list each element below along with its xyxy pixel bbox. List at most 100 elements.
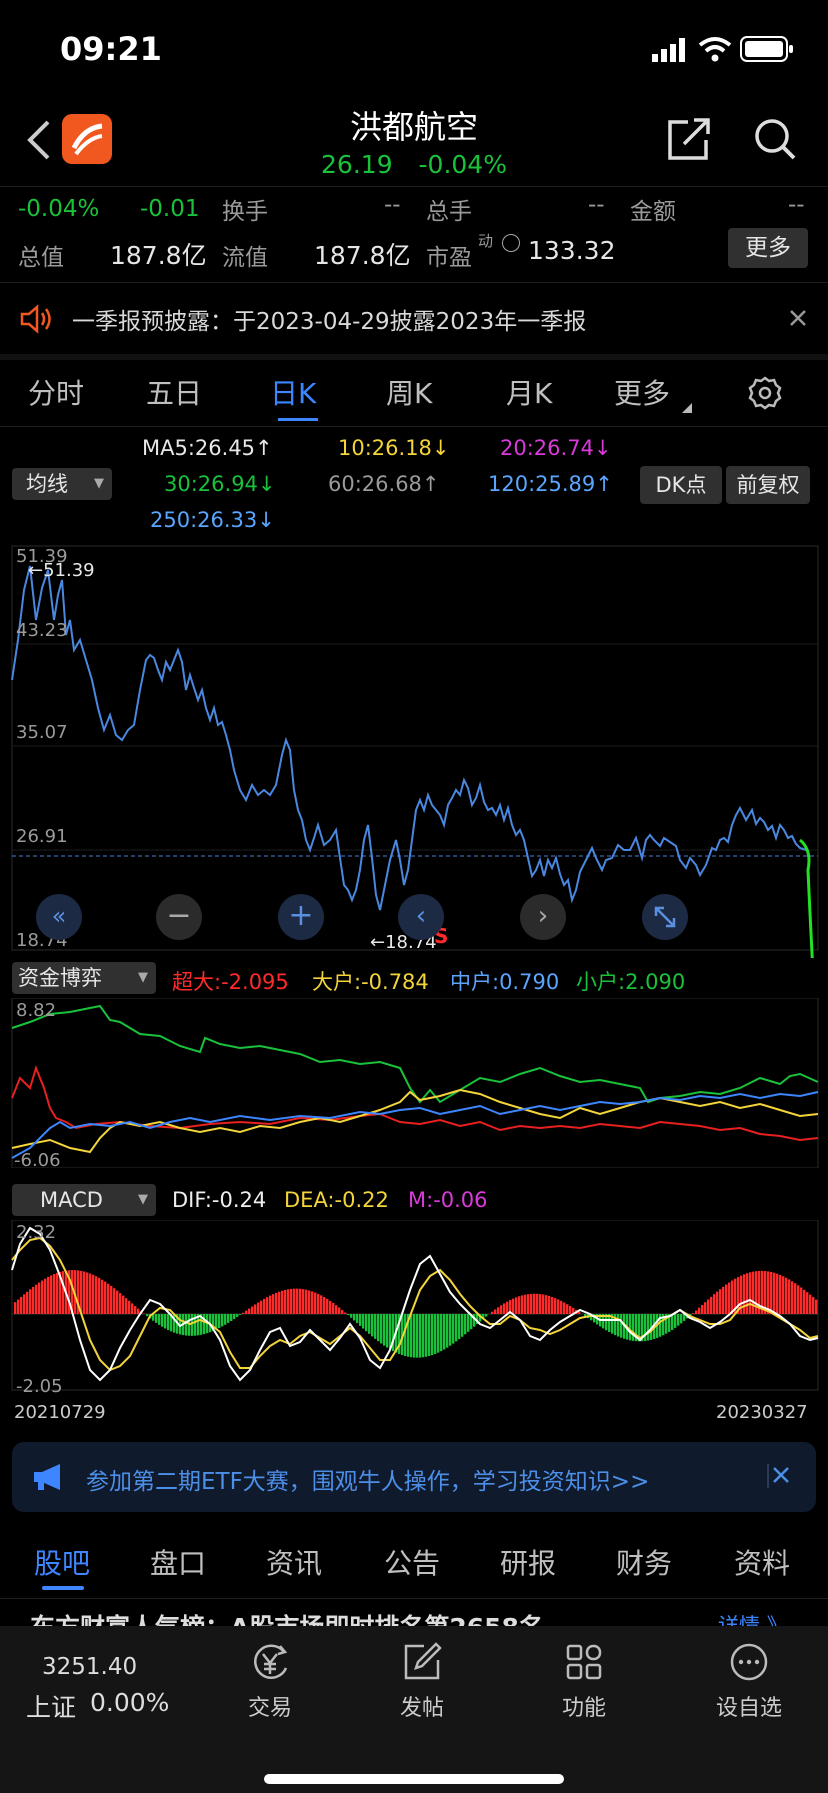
macd-bar — [317, 1293, 320, 1314]
tab-news[interactable]: 资讯 — [266, 1542, 322, 1582]
macd-bar — [560, 1300, 563, 1314]
macd-bar — [272, 1294, 275, 1314]
macd-bar — [233, 1314, 236, 1319]
macd-bar — [296, 1288, 299, 1314]
price-chart[interactable]: 51.39 ←51.39 43.23 35.07 26.91 18.74 ←18… — [0, 540, 828, 958]
nav-trade[interactable]: 交易 — [220, 1640, 320, 1730]
macd-bar — [563, 1302, 566, 1314]
macd-bar — [494, 1309, 497, 1314]
fund-selector[interactable]: 资金博弈 ▼ — [12, 962, 156, 994]
tab-five-day[interactable]: 五日 — [146, 372, 202, 412]
promo-close-icon[interactable] — [766, 1464, 790, 1488]
macd-bar — [425, 1314, 428, 1357]
macd-bar — [782, 1276, 785, 1314]
zoom-in-button[interactable]: + — [278, 894, 324, 940]
macd-bar — [386, 1314, 389, 1348]
macd-bar — [446, 1314, 449, 1348]
macd-bar — [506, 1301, 509, 1314]
macd-end-date: 20230327 — [716, 1402, 808, 1423]
macd-bar — [383, 1314, 386, 1346]
fund-super-line — [11, 1064, 819, 1142]
scroll-left-button[interactable]: ‹ — [398, 894, 444, 940]
macd-bar — [365, 1314, 368, 1332]
macd-bar — [452, 1314, 455, 1344]
scroll-left-fast-button[interactable]: « — [36, 894, 82, 940]
macd-bar — [569, 1306, 572, 1314]
macd-bar — [434, 1314, 437, 1354]
signal-icon — [652, 38, 688, 62]
macd-bar — [674, 1314, 677, 1328]
macd-bar — [503, 1303, 506, 1314]
tab-announcements[interactable]: 公告 — [384, 1542, 440, 1582]
macd-bar — [800, 1287, 803, 1314]
ma250-label: 250:26.33↓ — [150, 508, 275, 532]
macd-bar — [719, 1289, 722, 1314]
tab-finance[interactable]: 财务 — [616, 1542, 672, 1582]
tab-more[interactable]: 更多 — [614, 372, 670, 412]
macd-bar — [794, 1283, 797, 1314]
fund-large-label: 大户:-0.784 — [312, 970, 429, 994]
macd-bar — [92, 1274, 95, 1314]
macd-bar — [752, 1271, 755, 1314]
macd-bar — [242, 1312, 245, 1314]
macd-bar — [305, 1289, 308, 1314]
macd-selector[interactable]: MACD ▼ — [12, 1184, 156, 1216]
total-hands-label: 总手 — [426, 199, 472, 225]
more-button[interactable]: 更多 — [728, 228, 808, 268]
macd-bar — [56, 1272, 59, 1314]
pe-info-icon[interactable] — [502, 234, 520, 252]
tab-daily-k[interactable]: 日K — [270, 372, 316, 412]
macd-bar — [32, 1286, 35, 1314]
settings-gear-icon[interactable] — [748, 376, 782, 410]
tab-weekly-k[interactable]: 周K — [386, 372, 432, 412]
search-icon[interactable] — [752, 116, 798, 162]
macd-bar — [551, 1296, 554, 1314]
index-quote[interactable]: 3251.40 上证 0.00% — [0, 1626, 180, 1736]
share-icon[interactable] — [666, 116, 710, 162]
promo-banner[interactable]: 参加第二期ETF大赛，围观牛人操作，学习投资知识>> — [12, 1442, 816, 1512]
functions-grid-icon — [566, 1644, 602, 1680]
nav-post[interactable]: 发帖 — [372, 1640, 472, 1730]
macd-bar — [278, 1291, 281, 1314]
fund-small-label: 小户:2.090 — [576, 970, 686, 994]
macd-bar — [704, 1302, 707, 1314]
tab-forum[interactable]: 股吧 — [34, 1542, 90, 1582]
macd-bar — [716, 1291, 719, 1314]
macd-tick-top: 2.32 — [16, 1222, 57, 1243]
scroll-right-button[interactable]: › — [520, 894, 566, 940]
macd-bar — [545, 1295, 548, 1314]
nav-watchlist[interactable]: 设自选 — [694, 1640, 804, 1730]
price-adjust-button[interactable]: 前复权 — [726, 466, 810, 504]
pe-label: 市盈 — [426, 245, 472, 271]
notice-close-icon[interactable] — [788, 308, 808, 328]
tab-order-book[interactable]: 盘口 — [150, 1542, 206, 1582]
fund-large-line — [11, 1088, 819, 1154]
macd-bar — [155, 1314, 158, 1323]
macd-bar — [224, 1314, 227, 1325]
ma-selector[interactable]: 均线 ▼ — [12, 468, 112, 500]
dropdown-caret-icon: ▼ — [94, 476, 104, 491]
fullscreen-icon[interactable] — [642, 894, 688, 940]
ma-selector-label: 均线 — [26, 472, 68, 496]
watchlist-more-icon — [730, 1643, 768, 1681]
zoom-out-button[interactable]: − — [156, 894, 202, 940]
macd-bar — [530, 1293, 533, 1314]
tab-monthly-k[interactable]: 月K — [506, 372, 552, 412]
nav-functions[interactable]: 功能 — [534, 1640, 634, 1730]
macd-bar — [542, 1294, 545, 1314]
macd-bar — [80, 1270, 83, 1314]
macd-bar — [245, 1310, 248, 1314]
macd-bar — [536, 1293, 539, 1314]
tab-profile[interactable]: 资料 — [734, 1542, 790, 1582]
macd-bar — [110, 1285, 113, 1314]
tab-intraday[interactable]: 分时 — [28, 372, 84, 412]
macd-bar — [779, 1274, 782, 1314]
macd-bar — [308, 1290, 311, 1314]
dk-point-button[interactable]: DK点 — [640, 466, 722, 504]
macd-bar — [323, 1297, 326, 1314]
tab-research[interactable]: 研报 — [500, 1542, 556, 1582]
macd-bar — [455, 1314, 458, 1342]
macd-bar — [44, 1278, 47, 1314]
nav-post-label: 发帖 — [399, 1696, 444, 1721]
notice-bar[interactable]: 一季报预披露：于2023-04-29披露2023年一季报 — [0, 284, 828, 352]
